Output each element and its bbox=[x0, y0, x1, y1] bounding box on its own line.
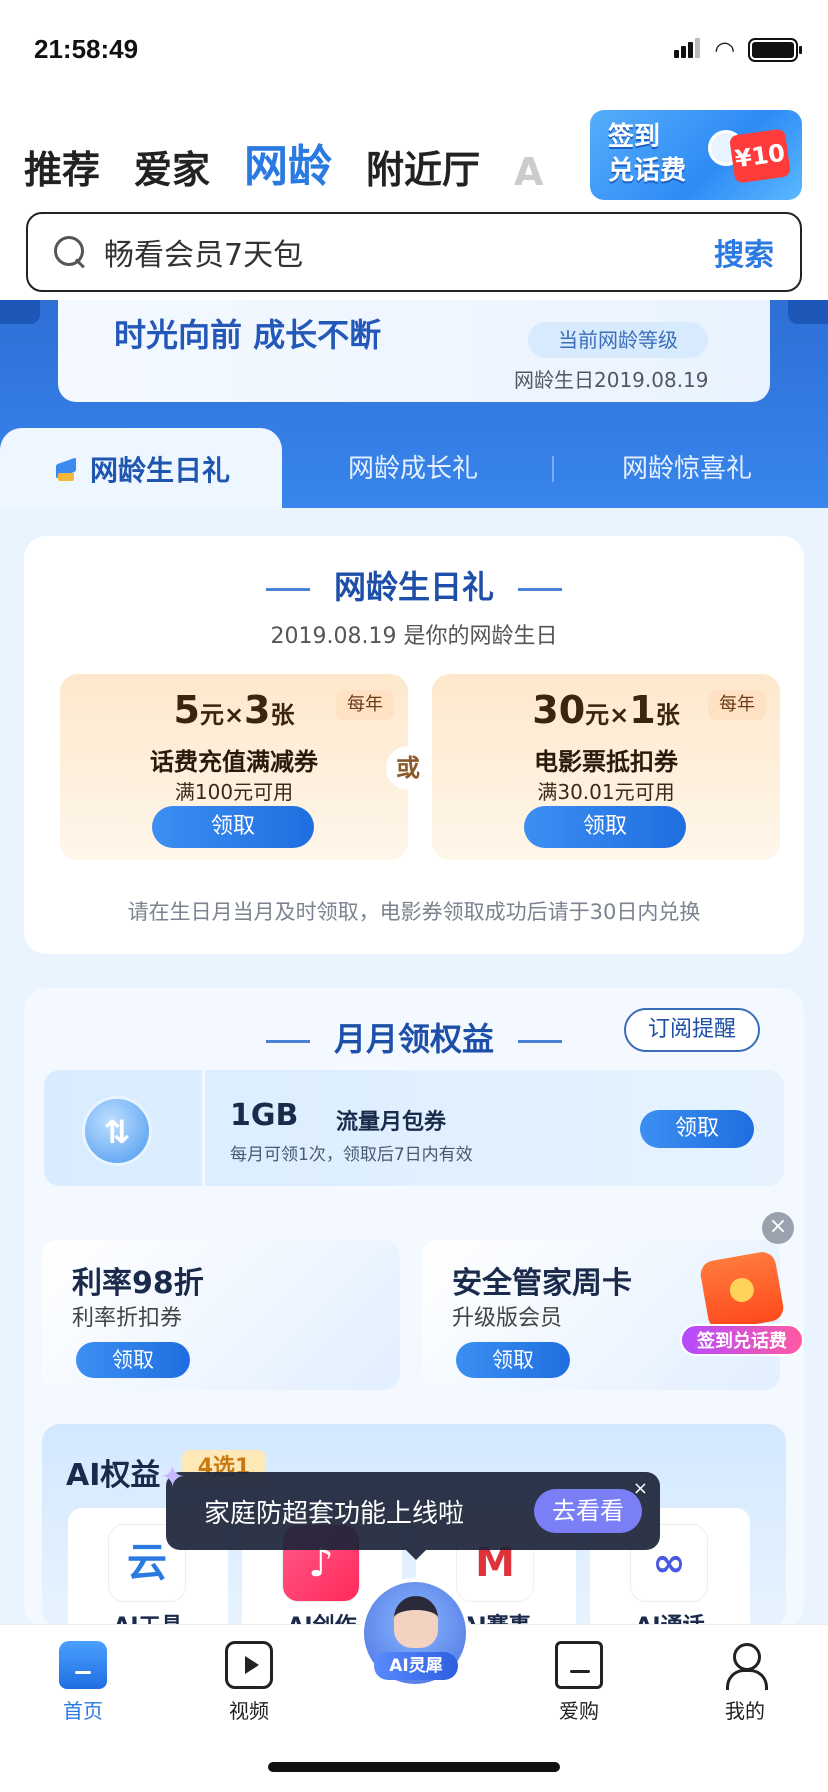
coupon-frequency: 每年 bbox=[708, 690, 766, 720]
network-birthday: 网龄生日2019.08.19 bbox=[514, 368, 709, 392]
video-icon bbox=[225, 1641, 273, 1689]
floating-sign-in-widget[interactable]: 签到兑话费 bbox=[680, 1249, 804, 1356]
gift-tabs: 网龄生日礼 网龄成长礼 网龄惊喜礼 bbox=[0, 428, 828, 510]
tab-birthday-gift-label: 网龄生日礼 bbox=[89, 454, 230, 487]
sign-in-line2: 兑话费 bbox=[608, 156, 687, 186]
data-pack-row: 1GB 流量月包券 每月可领1次，领取后7日内有效 领取 bbox=[44, 1070, 784, 1186]
coupon-condition: 满30.01元可用 bbox=[537, 780, 675, 804]
home-icon bbox=[59, 1641, 107, 1689]
tab-separator bbox=[552, 456, 554, 482]
search-icon bbox=[54, 236, 86, 268]
feature-toast: ✦ 家庭防超套功能上线啦 去看看 × bbox=[160, 1460, 660, 1560]
hero-edge-left bbox=[0, 300, 40, 324]
network-age-card: 时光向前 成长不断 当前网龄等级 网龄生日2019.08.19 bbox=[58, 300, 770, 402]
coupon-frequency: 每年 bbox=[336, 690, 394, 720]
nav-label: 视频 bbox=[229, 1699, 269, 1723]
ai-benefits-title: AI权益 bbox=[66, 1458, 161, 1493]
sign-in-banner-text: 签到 兑话费 bbox=[608, 120, 686, 188]
signal-icon bbox=[673, 38, 702, 62]
card-title: 安全管家周卡 bbox=[452, 1266, 632, 1301]
ai-assistant-icon bbox=[394, 1596, 438, 1648]
search-bar[interactable]: 畅看会员7天包 搜索 bbox=[26, 212, 802, 292]
nav-video[interactable]: 视频 bbox=[194, 1641, 304, 1724]
birthday-gift-title-text: 网龄生日礼 bbox=[333, 568, 494, 606]
battery-icon bbox=[748, 38, 802, 62]
nav-label: 爱购 bbox=[559, 1699, 599, 1723]
nav-home[interactable]: 首页 bbox=[28, 1641, 138, 1724]
reward-badge: ¥10 bbox=[728, 128, 792, 184]
nav-shop[interactable]: 爱购 bbox=[524, 1641, 634, 1724]
claim-security-button[interactable]: 领取 bbox=[456, 1342, 570, 1378]
toast-go-button[interactable]: 去看看 bbox=[534, 1489, 642, 1533]
toast-close-icon[interactable]: × bbox=[633, 1478, 648, 1499]
tab-home-family[interactable]: 爱家 bbox=[134, 139, 210, 194]
nav-label: 我的 bbox=[725, 1699, 765, 1723]
data-label: 流量月包券 bbox=[336, 1110, 447, 1135]
nav-label: 首页 bbox=[63, 1699, 103, 1723]
shop-icon bbox=[555, 1641, 603, 1689]
tab-nearby-hall[interactable]: 附近厅 bbox=[366, 139, 480, 194]
claim-button[interactable]: 领取 bbox=[524, 806, 686, 848]
birthday-gift-card: 网龄生日礼 2019.08.19 是你的网龄生日 5元×3张 每年 话费充值满减… bbox=[24, 536, 804, 954]
card-subtitle: 利率折扣券 bbox=[72, 1306, 183, 1331]
sign-in-banner[interactable]: 签到 兑话费 ¥10 bbox=[590, 110, 802, 200]
claim-rate-button[interactable]: 领取 bbox=[76, 1342, 190, 1378]
card-subtitle: 升级版会员 bbox=[452, 1306, 563, 1331]
status-icons: ◠ bbox=[673, 36, 802, 64]
or-label: 或 bbox=[386, 746, 430, 790]
flow-separator bbox=[202, 1070, 205, 1186]
status-time: 21:58:49 bbox=[34, 34, 139, 64]
tab-surprise-gift[interactable]: 网龄惊喜礼 bbox=[622, 448, 752, 485]
tab-more[interactable]: A bbox=[514, 150, 543, 194]
level-label[interactable]: 当前网龄等级 bbox=[528, 322, 708, 358]
search-input[interactable]: 畅看会员7天包 bbox=[104, 230, 714, 274]
top-tabs: 推荐 爱家 网龄 附近厅 A bbox=[24, 130, 543, 194]
profile-icon bbox=[721, 1641, 769, 1690]
home-indicator[interactable] bbox=[268, 1762, 560, 1772]
data-desc: 每月可领1次，领取后7日内有效 bbox=[230, 1145, 473, 1165]
subscribe-reminder-button[interactable]: 订阅提醒 bbox=[624, 1008, 760, 1052]
tab-birthday-gift[interactable]: 网龄生日礼 bbox=[0, 428, 282, 510]
card-title: 利率98折 bbox=[72, 1266, 204, 1301]
data-coin-icon bbox=[82, 1096, 152, 1166]
party-hat-icon bbox=[52, 455, 80, 483]
hero-edge-right bbox=[788, 300, 828, 324]
tab-recommend[interactable]: 推荐 bbox=[24, 139, 100, 194]
claim-button[interactable]: 领取 bbox=[152, 806, 314, 848]
ai-assistant-button[interactable]: AI灵犀 bbox=[360, 1578, 470, 1688]
floating-label: 签到兑话费 bbox=[680, 1324, 804, 1356]
claim-data-button[interactable]: 领取 bbox=[640, 1110, 754, 1148]
floating-close-button[interactable]: × bbox=[762, 1212, 794, 1244]
coupon-condition: 满100元可用 bbox=[174, 780, 294, 804]
monthly-title-text: 月月领权益 bbox=[333, 1020, 494, 1058]
red-envelope-icon bbox=[698, 1249, 786, 1333]
sparkle-icon: ✦ bbox=[160, 1460, 186, 1495]
birthday-gift-title: 网龄生日礼 bbox=[24, 562, 804, 608]
search-button[interactable]: 搜索 bbox=[714, 230, 774, 274]
ai-assistant-label: AI灵犀 bbox=[374, 1652, 458, 1680]
coupon-name: 电影票抵扣券 bbox=[534, 748, 678, 776]
coupon-phone-bill: 5元×3张 每年 话费充值满减券 满100元可用 领取 bbox=[60, 674, 408, 860]
nav-profile[interactable]: 我的 bbox=[690, 1641, 800, 1724]
hero-slogan: 时光向前 成长不断 bbox=[114, 316, 382, 354]
coupon-name: 话费充值满减券 bbox=[150, 748, 318, 776]
birthday-gift-subtitle: 2019.08.19 是你的网龄生日 bbox=[270, 624, 558, 649]
wifi-icon: ◠ bbox=[715, 36, 734, 64]
tab-network-age[interactable]: 网龄 bbox=[244, 130, 332, 194]
data-amount: 1GB bbox=[230, 1098, 299, 1133]
birthday-note: 请在生日月当月及时领取，电影券领取成功后请于30日内兑换 bbox=[127, 900, 701, 924]
sign-in-line1: 签到 bbox=[608, 122, 661, 152]
tab-growth-gift[interactable]: 网龄成长礼 bbox=[348, 448, 478, 485]
rate-discount-card: 利率98折 利率折扣券 领取 bbox=[42, 1240, 400, 1390]
coupon-movie-ticket: 30元×1张 每年 电影票抵扣券 满30.01元可用 领取 bbox=[432, 674, 780, 860]
toast-message: 家庭防超套功能上线啦 bbox=[204, 1498, 465, 1529]
